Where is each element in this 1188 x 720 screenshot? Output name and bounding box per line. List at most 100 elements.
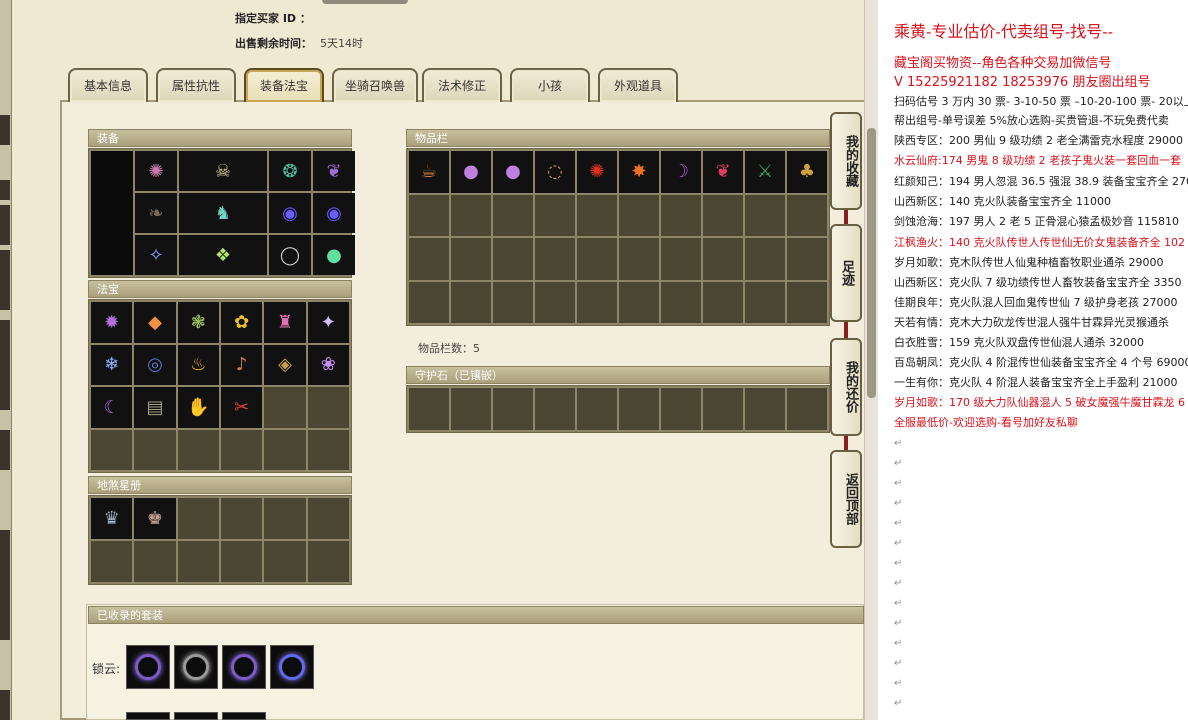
- inventory-slot[interactable]: ●: [493, 151, 533, 193]
- guard-stone-header: 守护石（已镶嵌）: [406, 366, 830, 384]
- document-line: 江枫渔火：140 克火队传世人传世仙无价女鬼装备齐全 102: [894, 236, 1185, 249]
- document-line: 藏宝阁买物资--角色各种交易加微信号: [894, 56, 1112, 71]
- treasure-slot[interactable]: ✹: [91, 302, 133, 343]
- treasure-slot[interactable]: ✿: [220, 302, 263, 343]
- equipment-slot[interactable]: ✧: [135, 235, 177, 275]
- inventory-slot[interactable]: ♣: [787, 151, 827, 193]
- treasure-slot[interactable]: ✦: [307, 302, 349, 343]
- equipment-slot[interactable]: ♞: [179, 193, 267, 233]
- suit-item-icon[interactable]: [126, 712, 170, 720]
- treasure-slot[interactable]: ▤: [134, 387, 176, 428]
- empty-slot: [177, 498, 219, 539]
- empty-slot: [451, 388, 491, 430]
- equipment-slot[interactable]: ❦: [313, 151, 355, 191]
- empty-slot: [220, 429, 263, 470]
- suit-item-icon[interactable]: [222, 645, 266, 689]
- inventory-slot[interactable]: ◌: [535, 151, 575, 193]
- equipment-slot[interactable]: ◉: [313, 193, 355, 233]
- equipment-slot[interactable]: ✺: [135, 151, 177, 191]
- tab-equipment[interactable]: 装备法宝: [244, 68, 324, 102]
- empty-slot: [619, 281, 659, 323]
- time-left-value: 5天14时: [320, 37, 363, 50]
- equipment-slot[interactable]: ☠: [179, 151, 267, 191]
- tab-spell-correction[interactable]: 法术修正: [422, 68, 502, 102]
- treasure-slot[interactable]: ❄: [91, 344, 133, 385]
- document-line: 一生有你：克火队 4 阶混人装备宝宝齐全上手盈利 21000: [894, 376, 1178, 389]
- tab-attributes[interactable]: 属性抗性: [156, 68, 236, 102]
- chain-decoration: [844, 320, 848, 340]
- suit-item-icon[interactable]: [222, 712, 266, 720]
- paragraph-mark: ↵: [894, 618, 903, 629]
- equipment-slot[interactable]: ◉: [269, 193, 311, 233]
- suit-item-icon[interactable]: [270, 645, 314, 689]
- document-line: 岁月如歌：170 级大力队仙器混人 5 破女魔强牛魔甘霖龙 6: [894, 396, 1185, 409]
- document-line: V 15225921182 18253976 朋友圈出组号: [894, 75, 1151, 90]
- tab-basic-info[interactable]: 基本信息: [68, 68, 148, 102]
- star-card-slot[interactable]: ♚: [134, 498, 176, 539]
- tab-appearance-items[interactable]: 外观道具: [598, 68, 678, 102]
- footprints-button[interactable]: 足迹: [830, 224, 862, 322]
- treasure-slot[interactable]: ❃: [177, 302, 219, 343]
- left-strip-block: [0, 115, 10, 145]
- document-line: 陕西专区：200 男仙 9 级功绩 2 老全满雷克水程度 29000: [894, 134, 1183, 147]
- equipment-slot[interactable]: ●: [313, 235, 355, 275]
- document-line: 扫码估号 3 万内 30 票- 3-10-50 票 –10-20-100 票- …: [894, 95, 1188, 108]
- treasure-slot[interactable]: ♜: [264, 302, 306, 343]
- buyer-id-label: 指定买家 ID ：: [235, 12, 311, 25]
- page-scrollbar[interactable]: [864, 0, 878, 720]
- empty-slot: [661, 238, 701, 280]
- document-line: 山西新区：140 克火队装备宝宝齐全 11000: [894, 195, 1111, 208]
- inventory-slot[interactable]: ⚔: [745, 151, 785, 193]
- empty-slot: [535, 388, 575, 430]
- empty-slot: [787, 238, 827, 280]
- treasure-slot[interactable]: ❀: [307, 344, 349, 385]
- treasure-slot[interactable]: ♨: [177, 344, 219, 385]
- treasure-slot[interactable]: ✂: [220, 387, 263, 428]
- tab-mounts-summons[interactable]: 坐骑召唤兽: [332, 68, 418, 102]
- document-line: 百岛朝凤：克火队 4 阶混传世仙装备宝宝齐全 4 个号 69000: [894, 356, 1188, 369]
- star-card-slot[interactable]: ♛: [91, 498, 133, 539]
- treasure-slot[interactable]: ◆: [134, 302, 176, 343]
- tab-child[interactable]: 小孩: [510, 68, 590, 102]
- inventory-slot[interactable]: ✸: [619, 151, 659, 193]
- equipment-slot[interactable]: ❂: [269, 151, 311, 191]
- empty-slot: [619, 194, 659, 236]
- equipment-slot[interactable]: ❖: [179, 235, 267, 275]
- top-button-stub[interactable]: [322, 0, 408, 4]
- empty-slot: [787, 388, 827, 430]
- treasure-slot[interactable]: ◎: [134, 344, 176, 385]
- suit-item-icon[interactable]: [174, 645, 218, 689]
- empty-slot: [451, 238, 491, 280]
- back-to-top-button[interactable]: 返回顶部: [830, 450, 862, 548]
- suit-item-icon[interactable]: [126, 645, 170, 689]
- star-register-grid: ♛ ♚: [88, 495, 352, 585]
- inventory-slot[interactable]: ●: [451, 151, 491, 193]
- left-strip-block: [0, 205, 10, 245]
- treasure-slot[interactable]: ◈: [264, 344, 306, 385]
- empty-slot: [264, 541, 306, 582]
- empty-slot: [703, 281, 743, 323]
- empty-slot: [745, 194, 785, 236]
- treasure-slot[interactable]: ☾: [91, 387, 133, 428]
- treasure-slot[interactable]: ♪: [220, 344, 263, 385]
- treasure-header: 法宝: [88, 280, 352, 298]
- inventory-slot[interactable]: ✺: [577, 151, 617, 193]
- scrollbar-thumb[interactable]: [867, 128, 876, 398]
- treasure-slot[interactable]: ✋: [177, 387, 219, 428]
- inventory-slot[interactable]: ☽: [661, 151, 701, 193]
- inventory-slot[interactable]: ❦: [703, 151, 743, 193]
- paragraph-mark: ↵: [894, 578, 903, 589]
- my-offers-button[interactable]: 我的还价: [830, 338, 862, 436]
- empty-slot: [307, 541, 349, 582]
- equipment-slot[interactable]: ◯: [269, 235, 311, 275]
- empty-slot: [661, 194, 701, 236]
- document-line: 帮出组号-单号误差 5%放心选购-买贵管退-不玩免费代卖: [894, 114, 1169, 127]
- inventory-slot[interactable]: ☕: [409, 151, 449, 193]
- equipment-slot[interactable]: ❧: [135, 193, 177, 233]
- suit-item-icon[interactable]: [174, 712, 218, 720]
- paragraph-mark: ↵: [894, 538, 903, 549]
- empty-slot: [535, 194, 575, 236]
- empty-slot: [493, 388, 533, 430]
- my-favorites-button[interactable]: 我的收藏: [830, 112, 862, 210]
- empty-slot: [177, 541, 219, 582]
